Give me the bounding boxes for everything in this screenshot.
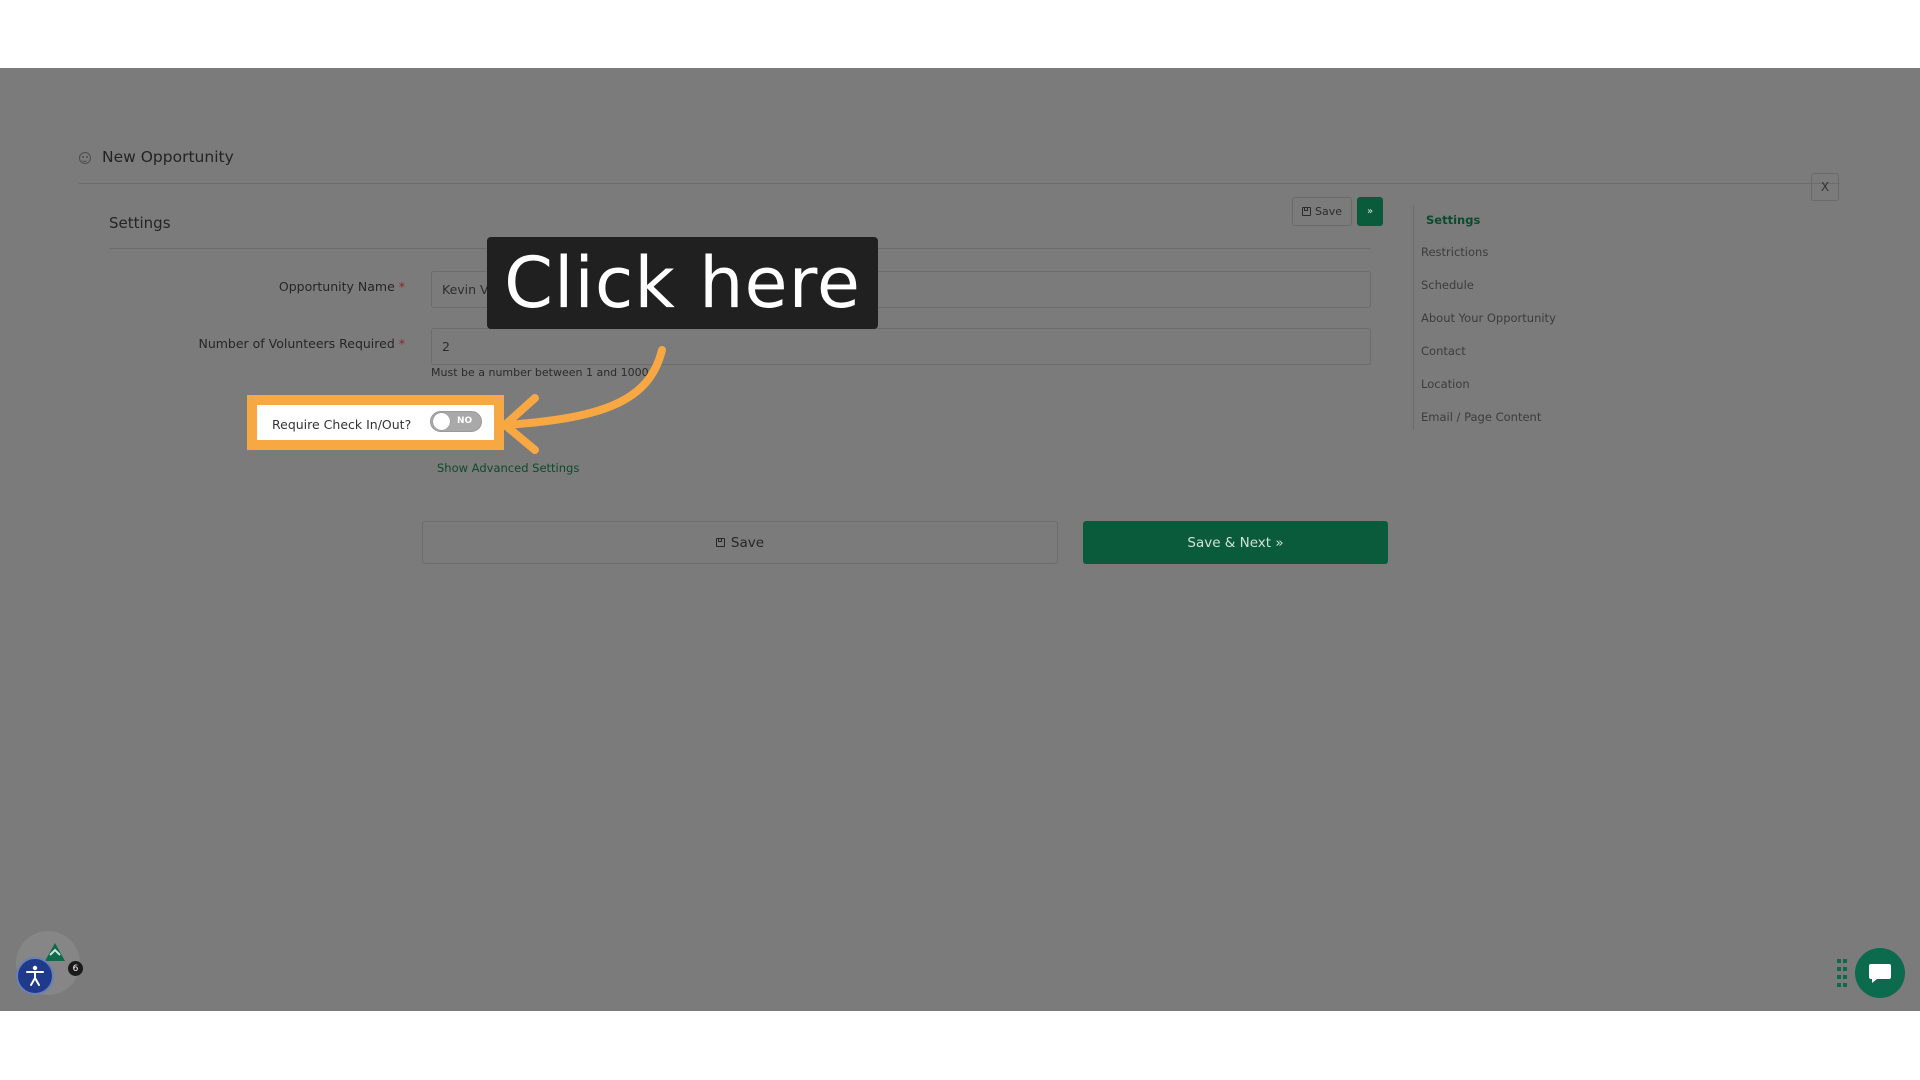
volunteers-label-text: Number of Volunteers Required	[198, 336, 395, 351]
page-title: New Opportunity	[102, 148, 234, 166]
top-next-button[interactable]: »	[1357, 197, 1383, 226]
opportunity-name-label-text: Opportunity Name	[278, 279, 395, 294]
nav-item-about[interactable]: About Your Opportunity	[1421, 311, 1556, 325]
opportunity-name-label: Opportunity Name *	[45, 279, 405, 294]
toggle-knob	[433, 413, 450, 430]
notification-badge: 6	[68, 961, 83, 976]
save-button[interactable]: Save	[422, 521, 1058, 564]
dimmed-page-overlay: New Opportunity X Settings Save » Opport…	[0, 68, 1920, 1011]
section-title: Settings	[109, 214, 171, 232]
smiley-icon	[79, 152, 91, 164]
right-nav-divider	[1413, 205, 1414, 430]
chevron-up-icon[interactable]	[44, 942, 66, 962]
save-and-next-button[interactable]: Save & Next »	[1083, 521, 1388, 564]
nav-item-location[interactable]: Location	[1421, 377, 1470, 391]
click-here-callout: Click here	[487, 237, 878, 329]
nav-item-schedule[interactable]: Schedule	[1421, 278, 1474, 292]
chat-bubble-icon	[1869, 964, 1891, 983]
header-divider	[79, 183, 1840, 184]
drag-handle-icon[interactable]	[1836, 958, 1848, 988]
save-button-label: Save	[730, 534, 765, 551]
accessibility-icon[interactable]	[16, 957, 54, 995]
nav-item-contact[interactable]: Contact	[1421, 344, 1466, 358]
floppy-disk-icon	[1301, 207, 1311, 216]
volunteers-label: Number of Volunteers Required *	[45, 336, 405, 351]
toggle-state-label: NO	[457, 416, 473, 426]
nav-item-email-page-content[interactable]: Email / Page Content	[1421, 410, 1541, 424]
top-save-label: Save	[1314, 205, 1342, 218]
checkin-label: Require Check In/Out?	[272, 417, 412, 432]
required-marker: *	[398, 279, 405, 294]
nav-item-settings[interactable]: Settings	[1426, 213, 1480, 227]
curved-arrow-icon	[501, 346, 666, 454]
top-save-button[interactable]: Save	[1292, 197, 1352, 226]
chat-button[interactable]	[1855, 948, 1905, 998]
floppy-disk-icon	[715, 538, 725, 547]
nav-item-restrictions[interactable]: Restrictions	[1421, 245, 1488, 259]
required-marker: *	[398, 336, 405, 351]
volunteers-value: 2	[442, 339, 450, 354]
close-button[interactable]: X	[1811, 173, 1839, 201]
